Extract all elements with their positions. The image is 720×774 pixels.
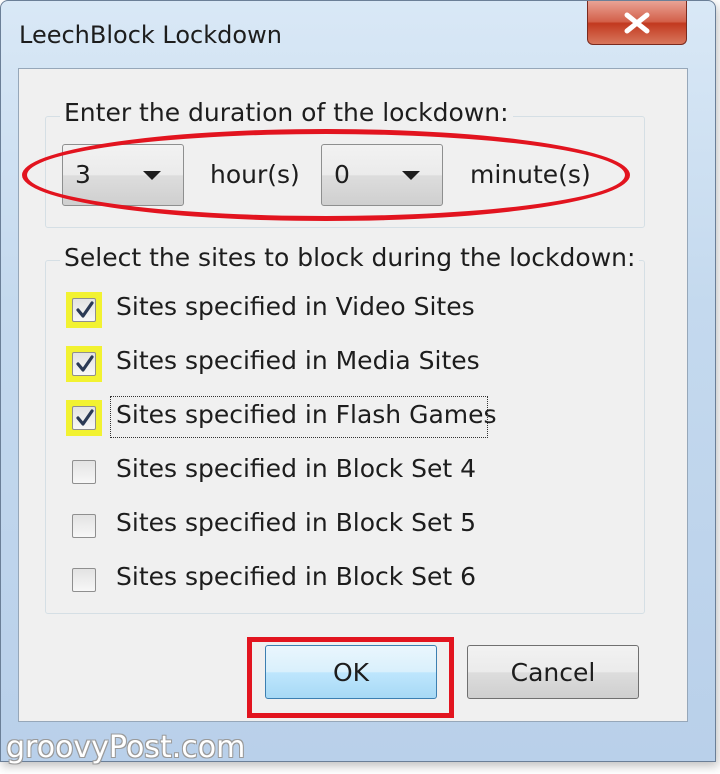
window-title: LeechBlock Lockdown xyxy=(19,21,282,49)
site-checkbox-label: Sites specified in Media Sites xyxy=(116,346,480,375)
checkmark-icon xyxy=(76,409,94,426)
site-checkbox[interactable] xyxy=(72,352,96,376)
duration-label: Enter the duration of the lockdown: xyxy=(60,98,513,127)
site-checkbox[interactable] xyxy=(72,298,96,322)
site-checkbox[interactable] xyxy=(72,460,96,484)
site-checkbox-label: Sites specified in Block Set 6 xyxy=(116,562,477,591)
annotation-ellipse xyxy=(22,129,630,221)
site-checkbox[interactable] xyxy=(72,406,96,430)
annotation-box xyxy=(247,637,454,718)
close-icon xyxy=(624,12,650,33)
site-checkbox[interactable] xyxy=(72,568,96,592)
site-checkbox-row[interactable]: Sites specified in Block Set 4 xyxy=(66,452,506,492)
cancel-button[interactable]: Cancel xyxy=(467,645,639,699)
sites-label: Select the sites to block during the loc… xyxy=(60,243,640,272)
close-button[interactable] xyxy=(587,1,687,45)
site-checkbox-row[interactable]: Sites specified in Video Sites xyxy=(66,290,506,330)
site-checkbox-row[interactable]: Sites specified in Flash Games xyxy=(66,396,506,438)
site-checkbox[interactable] xyxy=(72,514,96,538)
checkmark-icon xyxy=(76,301,94,318)
title-bar[interactable]: LeechBlock Lockdown xyxy=(1,1,715,69)
checkmark-icon xyxy=(76,355,94,372)
site-checkbox-label: Sites specified in Video Sites xyxy=(116,292,475,321)
site-checkbox-row[interactable]: Sites specified in Media Sites xyxy=(66,344,506,384)
focus-rectangle xyxy=(110,396,488,438)
site-checkbox-row[interactable]: Sites specified in Block Set 5 xyxy=(66,506,506,546)
watermark: groovyPost.com xyxy=(6,730,246,765)
site-checkbox-row[interactable]: Sites specified in Block Set 6 xyxy=(66,560,506,600)
site-checkbox-label: Sites specified in Block Set 5 xyxy=(116,508,477,537)
site-checkbox-label: Sites specified in Block Set 4 xyxy=(116,454,477,483)
